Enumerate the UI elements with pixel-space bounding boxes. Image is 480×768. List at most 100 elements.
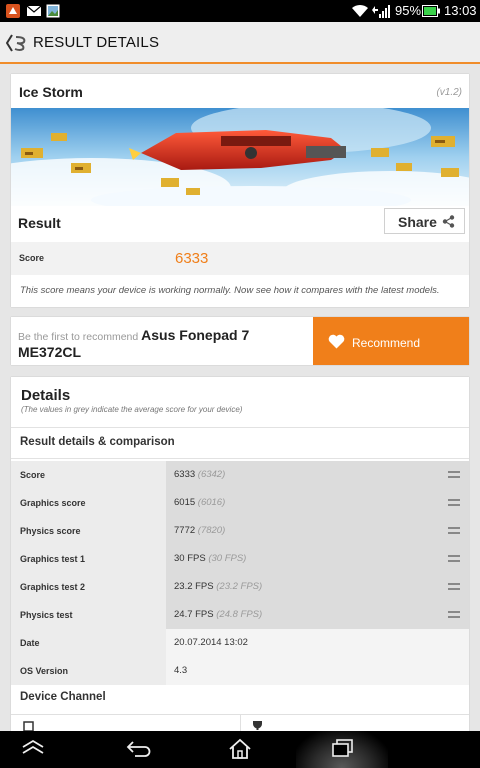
score-label: Score [19,253,45,263]
row-value: 23.2 FPS (23.2 FPS) [174,581,262,592]
row-average: (30 FPS) [208,553,247,564]
clock: 13:03 [444,3,477,18]
row-label-cell: OS Version [11,657,166,685]
row-value-text: 7772 [174,525,196,536]
row-value-text: 20.07.2014 13:02 [174,637,248,648]
row-value-cell: 6015 (6016) [166,489,469,517]
app-notification-icon [6,4,20,18]
device-channel-title: Device Channel [20,691,106,703]
divider [11,427,469,428]
row-label: Date [20,638,40,648]
heart-icon [328,334,345,349]
row-label-cell: Date [11,629,166,657]
row-value: 7772 (7820) [174,525,225,536]
row-value-text: 24.7 FPS [174,609,214,620]
table-row: Physics score 7772 (7820) [11,517,469,545]
row-value-cell: 23.2 FPS (23.2 FPS) [166,573,469,601]
battery-icon [422,5,440,17]
row-average: (23.2 FPS) [216,581,263,592]
table-row: Score 6333 (6342) [11,461,469,489]
row-value-cell: 6333 (6342) [166,461,469,489]
expand-bars-icon[interactable] [448,610,460,619]
row-value: 6015 (6016) [174,497,225,508]
table-row: OS Version 4.3 [11,657,469,685]
row-label: Graphics test 2 [20,582,86,592]
expand-bars-icon[interactable] [448,470,460,479]
collapse-icon[interactable] [21,738,45,758]
row-label-cell: Physics score [11,517,166,545]
row-label: Score [20,470,46,480]
image-icon [46,4,60,18]
table-row: Graphics test 2 23.2 FPS (23.2 FPS) [11,573,469,601]
table-row: Physics test 24.7 FPS (24.8 FPS) [11,601,469,629]
details-subtitle: (The values in grey indicate the average… [21,405,243,414]
row-label: Graphics score [20,498,86,508]
details-title: Details [21,387,71,404]
row-label-cell: Physics test [11,601,166,629]
row-label-cell: Graphics test 1 [11,545,166,573]
row-average: (24.8 FPS) [216,609,263,620]
expand-bars-icon[interactable] [448,526,460,535]
row-average: (7820) [197,525,226,536]
battery-percent: 95% [395,3,422,18]
page-title: RESULT DETAILS [33,34,160,51]
share-icon [442,215,455,228]
row-value-text: 4.3 [174,665,188,676]
row-label: Physics test [20,610,73,620]
table-row: Graphics score 6015 (6016) [11,489,469,517]
row-average: (6342) [197,469,226,480]
recommend-button-label: Recommend [352,336,421,350]
recommend-prompt-text: Be the first to recommend [18,331,139,343]
row-label: Physics score [20,526,81,536]
row-value-text: 23.2 FPS [174,581,214,592]
row-value-text: 6333 [174,469,196,480]
3dmark-logo-icon[interactable] [6,34,28,52]
score-row: Score 6333 [11,242,469,275]
score-note: This score means your device is working … [20,285,440,296]
row-value: 6333 (6342) [174,469,225,480]
benchmark-name: Ice Storm [19,84,83,100]
row-value: 4.3 [174,665,187,676]
recommend-button[interactable]: Recommend [313,317,469,365]
home-icon[interactable] [228,738,252,760]
result-card: Ice Storm (v1.2) Result Share Score 6333… [11,74,469,307]
table-row: Graphics test 1 30 FPS (30 FPS) [11,545,469,573]
app-bar: RESULT DETAILS [0,22,480,64]
row-value: 30 FPS (30 FPS) [174,553,246,564]
row-value-text: 30 FPS [174,553,206,564]
row-average: (6016) [197,497,226,508]
divider [11,458,469,459]
result-label: Result [18,215,61,231]
status-bar: 95% 13:03 [0,0,480,22]
table-row: Date 20.07.2014 13:02 [11,629,469,657]
back-icon[interactable] [126,738,152,758]
share-button-label: Share [398,214,437,230]
row-value-cell: 24.7 FPS (24.8 FPS) [166,601,469,629]
section-title: Result details & comparison [20,436,175,448]
recent-apps-icon[interactable] [331,738,355,758]
row-label: Graphics test 1 [20,554,86,564]
share-button[interactable]: Share [384,208,465,234]
mail-icon [26,5,42,16]
navigation-bar [0,731,480,768]
benchmark-banner-image [11,108,469,206]
row-value-cell: 30 FPS (30 FPS) [166,545,469,573]
benchmark-version: (v1.2) [436,87,462,98]
wifi-icon [352,4,368,18]
expand-bars-icon[interactable] [448,498,460,507]
expand-bars-icon[interactable] [448,582,460,591]
row-label: OS Version [20,666,69,676]
signal-icon [372,5,390,18]
row-value-cell: 7772 (7820) [166,517,469,545]
row-value-cell: 4.3 [166,657,469,685]
recommend-prompt: Be the first to recommend Asus Fonepad 7… [18,328,308,362]
expand-bars-icon[interactable] [448,554,460,563]
row-value-cell: 20.07.2014 13:02 [166,629,469,657]
row-label-cell: Graphics test 2 [11,573,166,601]
row-label-cell: Graphics score [11,489,166,517]
details-card: Details (The values in grey indicate the… [11,377,469,737]
row-value: 20.07.2014 13:02 [174,637,248,648]
recommend-card: Be the first to recommend Asus Fonepad 7… [11,317,469,365]
score-value: 6333 [175,250,209,267]
row-value-text: 6015 [174,497,196,508]
